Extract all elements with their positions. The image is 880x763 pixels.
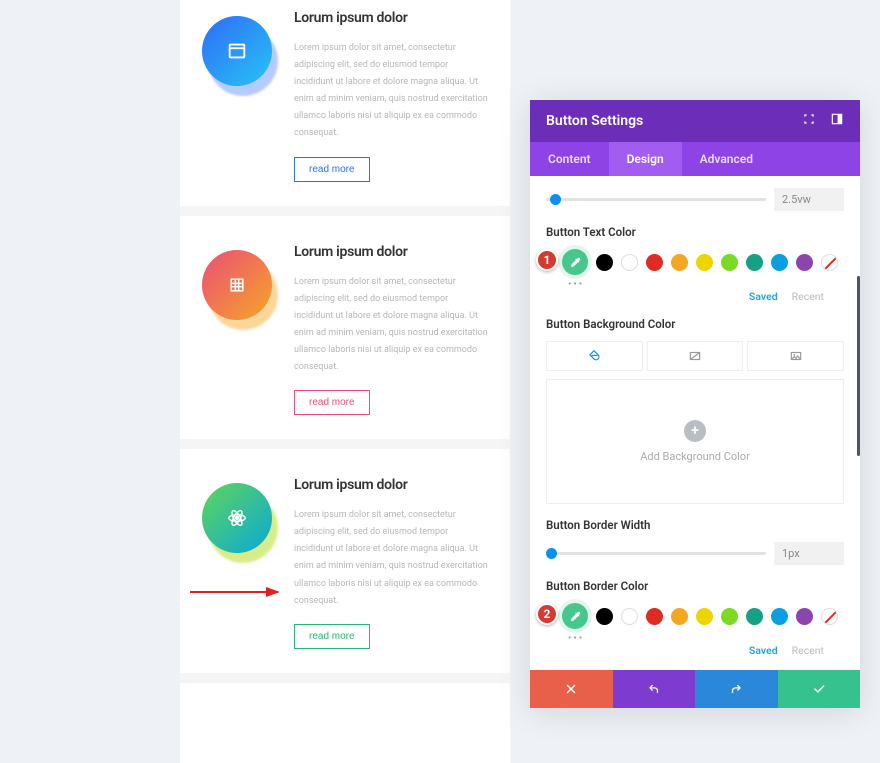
swatch-orange[interactable] [671,254,688,271]
text-size-value[interactable]: 2.5vw [774,188,844,211]
feature-icon-wrap [202,250,272,320]
feature-card: Lorum ipsum dolor Lorem ipsum dolor sit … [180,0,510,206]
swatch-filter-recent[interactable]: Recent [792,644,824,657]
swatch-white[interactable] [621,254,638,271]
grid-icon [202,250,272,320]
read-more-button[interactable]: read more [294,390,370,415]
swatch-orange[interactable] [671,608,688,625]
swatch-green[interactable] [746,608,763,625]
bg-type-tabs [546,341,844,371]
confirm-button[interactable] [778,670,861,708]
slider-track[interactable] [546,552,766,555]
border-color-swatches [546,603,844,629]
feature-card: Lorum ipsum dolor Lorem ipsum dolor sit … [180,449,510,673]
bg-tab-color[interactable] [546,341,643,371]
swatch-lime[interactable] [721,254,738,271]
annotation-badge-1: 1 [536,249,558,271]
eyedropper-button[interactable] [562,249,588,275]
panel-header[interactable]: Button Settings [530,100,860,142]
add-icon: + [684,420,706,442]
border-width-slider-row: 1px [546,542,844,565]
feature-icon-wrap [202,16,272,86]
read-more-button[interactable]: read more [294,624,370,649]
more-dots-icon[interactable]: ••• [548,279,844,290]
swatch-yellow[interactable] [696,608,713,625]
slider-track[interactable] [546,198,766,201]
bg-placeholder-text: Add Background Color [640,450,750,463]
swatch-filter-recent[interactable]: Recent [792,290,824,303]
text-size-slider-row: 2.5vw [546,188,844,211]
label-border-width: Button Border Width [546,518,844,532]
scrollbar-thumb[interactable] [857,276,860,456]
swatch-black[interactable] [596,608,613,625]
tab-design[interactable]: Design [609,142,682,176]
swatch-lime[interactable] [721,608,738,625]
atom-icon [202,483,272,553]
swatch-red[interactable] [646,608,663,625]
swatch-none[interactable] [821,254,838,271]
tab-advanced[interactable]: Advanced [682,142,771,176]
bg-tab-gradient[interactable] [647,341,744,371]
swatch-filter-saved[interactable]: Saved [749,644,778,657]
undo-button[interactable] [613,670,696,708]
panel-title: Button Settings [546,113,643,129]
swatch-yellow[interactable] [696,254,713,271]
swatch-green[interactable] [746,254,763,271]
redo-button[interactable] [695,670,778,708]
annotation-badge-2: 2 [536,603,558,625]
eyedropper-button[interactable] [562,603,588,629]
panel-action-bar [530,670,860,708]
card-title: Lorum ipsum dolor [294,244,488,260]
swatch-none[interactable] [821,608,838,625]
border-width-value[interactable]: 1px [774,542,844,565]
swatch-white[interactable] [621,608,638,625]
expand-icon[interactable] [802,112,816,130]
bg-tab-image[interactable] [747,341,844,371]
read-more-button[interactable]: read more [294,157,370,182]
cancel-button[interactable] [530,670,613,708]
settings-panel: Button Settings Content Design Advanced … [530,100,860,708]
feature-icon-wrap [202,483,272,553]
snap-icon[interactable] [830,112,844,130]
bg-color-dropzone[interactable]: + Add Background Color [546,379,844,504]
label-bg-color: Button Background Color [546,317,844,331]
label-text-color: Button Text Color [546,225,844,239]
swatch-purple[interactable] [796,608,813,625]
more-dots-icon[interactable]: ••• [548,633,844,644]
feature-card: Lorum ipsum dolor Lorem ipsum dolor sit … [180,216,510,440]
window-icon [202,16,272,86]
card-text: Lorem ipsum dolor sit amet, consectetur … [294,274,488,377]
swatch-purple[interactable] [796,254,813,271]
swatch-cyan[interactable] [771,254,788,271]
page-preview: Lorum ipsum dolor Lorem ipsum dolor sit … [180,0,510,708]
card-text: Lorem ipsum dolor sit amet, consectetur … [294,507,488,610]
swatch-black[interactable] [596,254,613,271]
swatch-red[interactable] [646,254,663,271]
tab-content[interactable]: Content [530,142,609,176]
card-text: Lorem ipsum dolor sit amet, consectetur … [294,40,488,143]
text-color-swatches [546,249,844,275]
card-title: Lorum ipsum dolor [294,477,488,493]
label-border-color: Button Border Color [546,579,844,593]
swatch-filter-saved[interactable]: Saved [749,290,778,303]
swatch-cyan[interactable] [771,608,788,625]
card-title: Lorum ipsum dolor [294,10,488,26]
panel-body: 2.5vw Button Text Color 1 ••• [530,176,860,670]
panel-tabs: Content Design Advanced [530,142,860,176]
